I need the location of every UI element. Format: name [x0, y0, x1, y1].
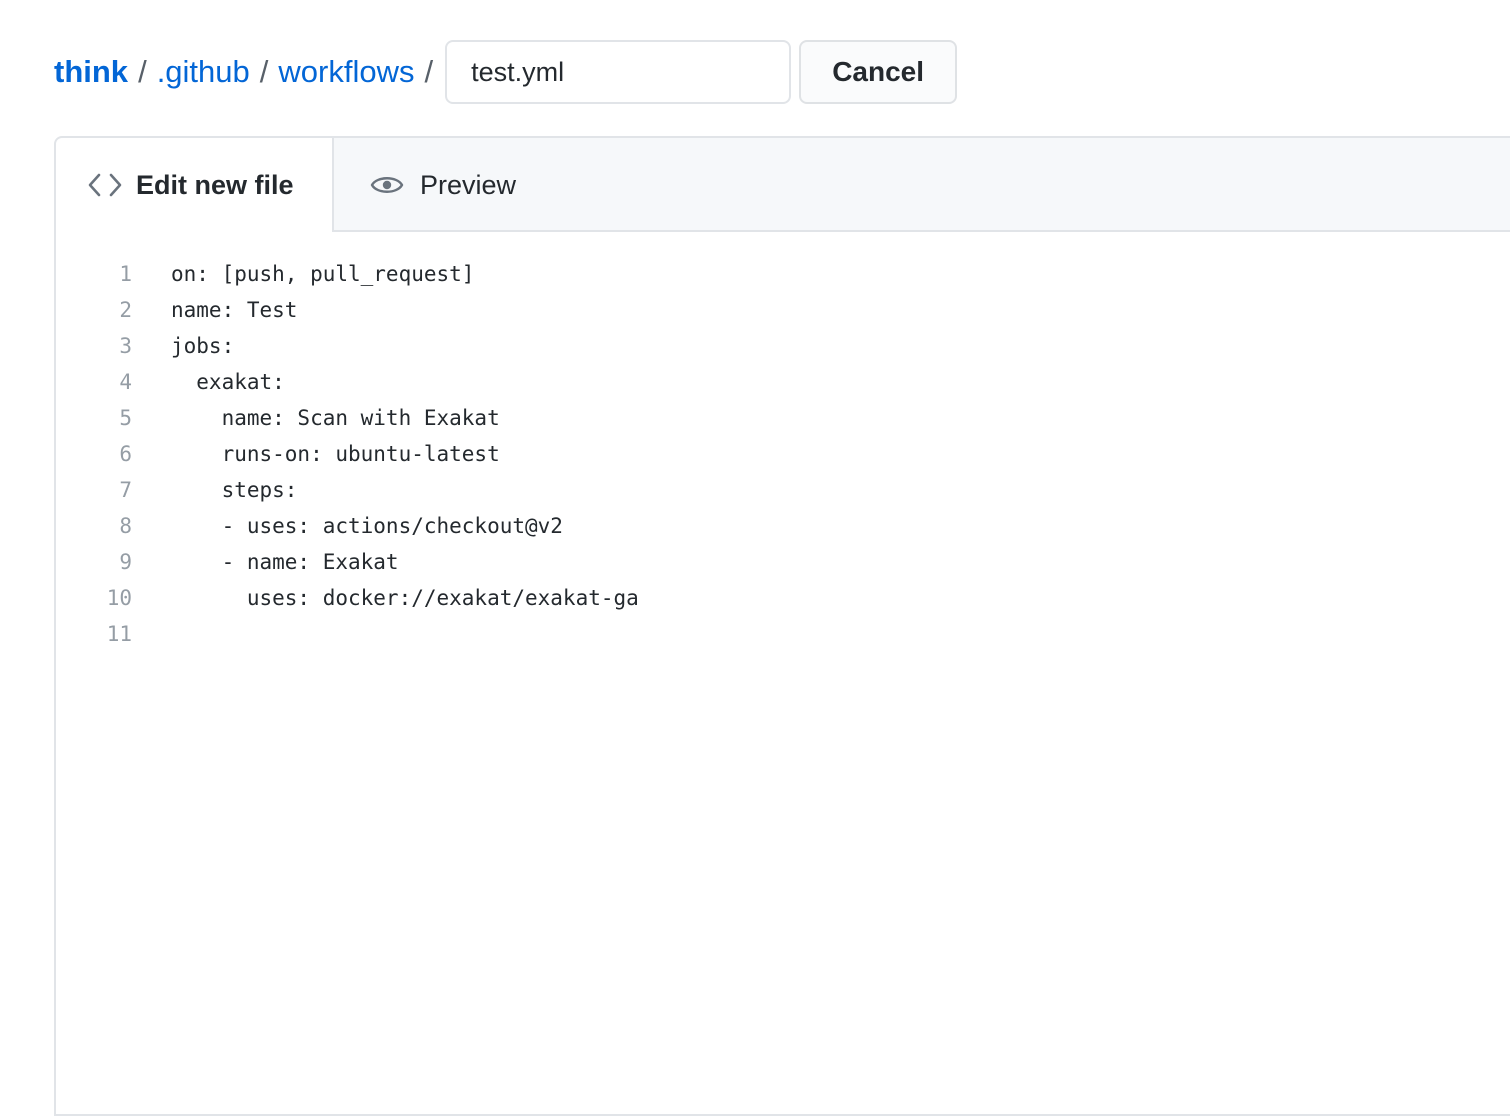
breadcrumb-github-link[interactable]: .github [157, 40, 250, 104]
breadcrumb-separator: / [424, 54, 434, 89]
editor-tabbar: Edit new file Preview [56, 138, 1510, 234]
line-number: 9 [119, 550, 132, 574]
line-code[interactable]: exakat: [171, 364, 285, 400]
code-line[interactable]: 8 - uses: actions/checkout@v2 [56, 508, 1510, 544]
line-code[interactable]: on: [push, pull_request] [171, 256, 474, 292]
code-line[interactable]: 3 jobs: [56, 328, 1510, 364]
code-line[interactable]: 11 [56, 616, 1510, 652]
filename-input[interactable] [445, 40, 792, 104]
line-code[interactable]: name: Test [171, 292, 297, 328]
line-code[interactable]: steps: [171, 472, 298, 508]
line-number: 8 [119, 514, 132, 538]
breadcrumb-workflows-link[interactable]: workflows [278, 40, 414, 104]
code-line[interactable]: 2 name: Test [56, 292, 1510, 328]
code-line[interactable]: 5 name: Scan with Exakat [56, 400, 1510, 436]
breadcrumb: think / .github / workflows / Cancel [54, 40, 958, 104]
code-line[interactable]: 4 exakat: [56, 364, 1510, 400]
line-number: 4 [119, 370, 132, 394]
code-line[interactable]: 7 steps: [56, 472, 1510, 508]
line-number: 1 [119, 262, 132, 286]
line-code[interactable]: name: Scan with Exakat [171, 400, 500, 436]
line-code[interactable]: jobs: [171, 328, 234, 364]
code-line[interactable]: 9 - name: Exakat [56, 544, 1510, 580]
tab-edit-label: Edit new file [136, 169, 294, 200]
line-number: 6 [119, 442, 132, 466]
code-line[interactable]: 6 runs-on: ubuntu-latest [56, 436, 1510, 472]
cancel-button[interactable]: Cancel [799, 40, 958, 104]
line-number: 5 [119, 406, 132, 430]
tab-edit-new-file[interactable]: Edit new file [56, 138, 334, 234]
line-code[interactable]: - name: Exakat [171, 544, 399, 580]
breadcrumb-repo-link[interactable]: think [54, 40, 128, 104]
code-line[interactable]: 10 uses: docker://exakat/exakat-ga [56, 580, 1510, 616]
breadcrumb-separator: / [259, 54, 269, 89]
line-number: 2 [119, 298, 132, 322]
line-number: 11 [106, 622, 132, 646]
code-editor[interactable]: 1 on: [push, pull_request] 2 name: Test 3 job… [56, 256, 1510, 652]
breadcrumb-separator: / [138, 54, 147, 89]
tab-preview-label: Preview [420, 169, 517, 200]
line-number: 3 [119, 334, 132, 358]
code-line[interactable]: 1 on: [push, pull_request] [56, 256, 1510, 292]
line-code[interactable]: - uses: actions/checkout@v2 [171, 508, 563, 544]
line-code[interactable]: runs-on: ubuntu-latest [171, 436, 500, 472]
line-number: 7 [119, 478, 132, 502]
code-icon [88, 168, 122, 202]
line-code[interactable]: uses: docker://exakat/exakat-ga [171, 580, 639, 616]
tab-preview[interactable]: Preview [334, 138, 554, 232]
file-editor: Edit new file Preview 1 on: [push, pull_r… [54, 136, 1510, 1116]
line-number: 10 [106, 586, 132, 610]
eye-icon [370, 168, 404, 202]
